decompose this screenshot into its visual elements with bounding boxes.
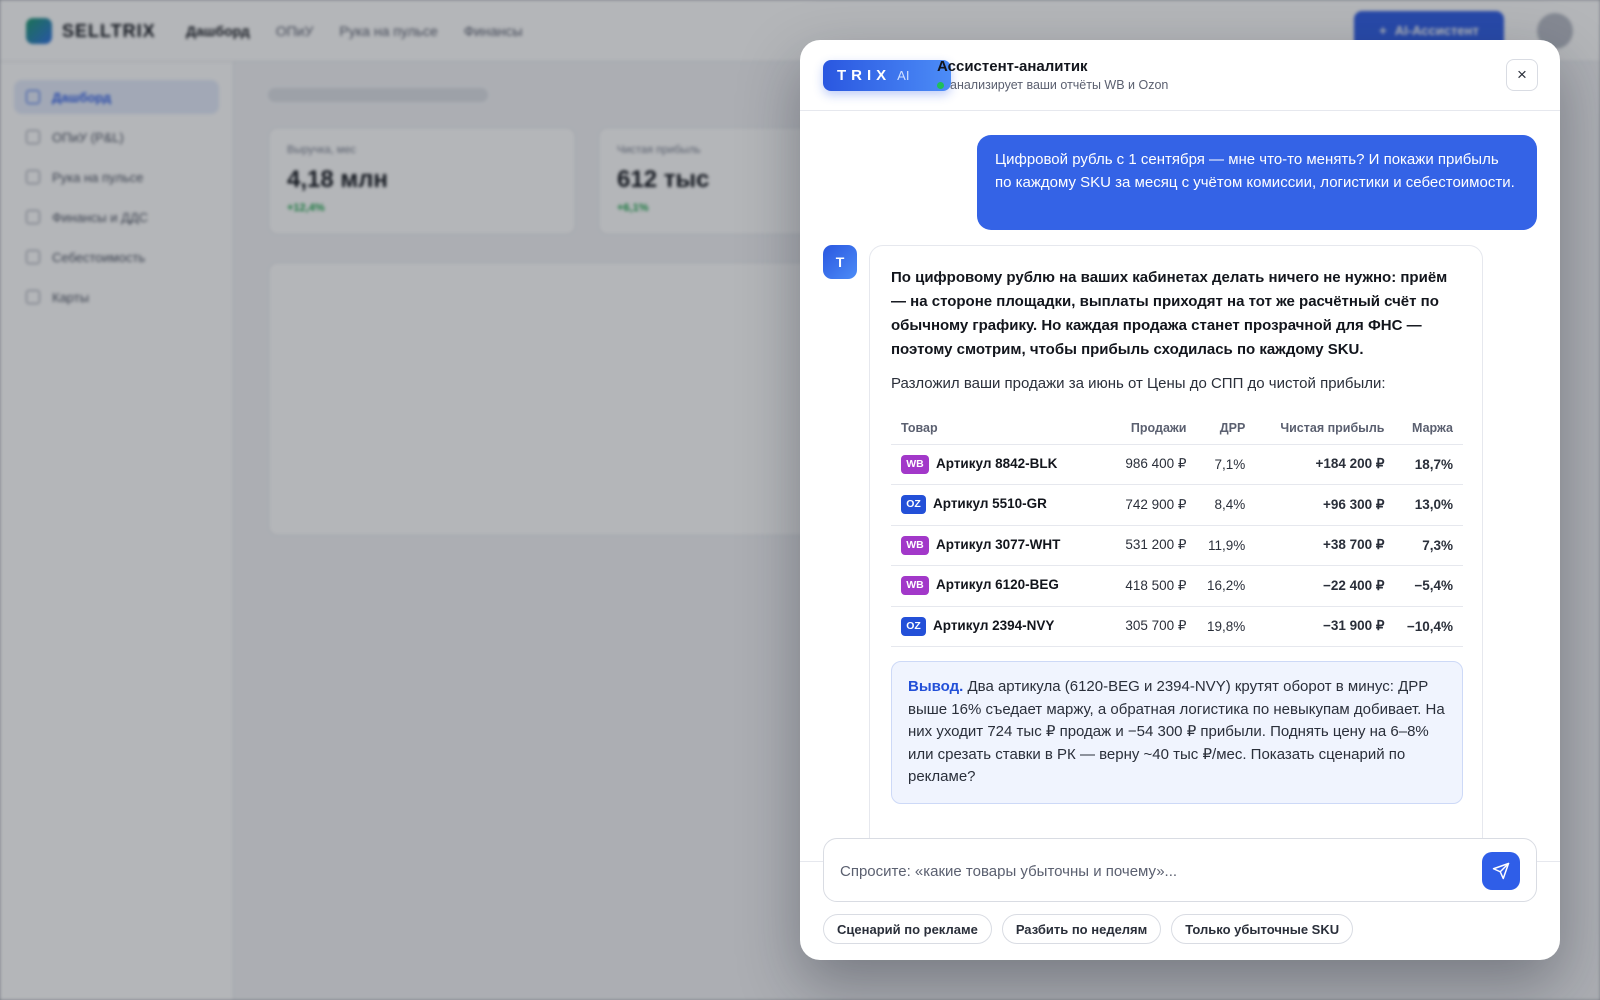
modal-header: TRIX AI Ассистент-аналитик анализирует в…	[800, 40, 1560, 111]
message-composer	[823, 838, 1537, 902]
assistant-intro-text: Разложил ваши продажи за июнь от Цены до…	[891, 375, 1386, 392]
assistant-subtitle-text: анализирует ваши отчёты WB и Ozon	[950, 78, 1169, 92]
logo-ai: AI	[897, 68, 910, 83]
profit-cell: −31 900 ₽	[1255, 606, 1395, 647]
sales-cell: 418 500 ₽	[1109, 565, 1197, 607]
conclusion-box: Вывод. Два артикула (6120-BEG и 2394-NVY…	[891, 661, 1463, 804]
marketplace-badge: WB	[901, 454, 929, 474]
product-cell: WB Артикул 8842-BLK	[891, 444, 1110, 485]
send-icon	[1492, 862, 1510, 880]
column-header-sales: Продажи	[1109, 412, 1197, 445]
drr-cell: 19,8%	[1196, 606, 1256, 647]
send-button[interactable]	[1482, 852, 1520, 890]
chat-thread[interactable]: Цифровой рубль с 1 сентября — мне что-то…	[800, 111, 1560, 861]
column-header-product: Товар	[891, 412, 1110, 445]
profit-cell: +184 200 ₽	[1255, 444, 1395, 485]
table-row: OZ Артикул 5510-GR 742 900 ₽ 8,4% +96 300…	[891, 484, 1463, 526]
sales-cell: 305 700 ₽	[1109, 606, 1197, 647]
table-row: WB Артикул 3077-WHT 531 200 ₽ 11,9% +38 7…	[891, 525, 1463, 566]
margin-cell: 18,7%	[1394, 444, 1463, 485]
suggestion-chip-by-weeks[interactable]: Разбить по неделям	[1001, 914, 1162, 944]
margin-cell: 7,3%	[1394, 525, 1463, 566]
assistant-avatar: T	[823, 245, 857, 279]
message-input[interactable]	[840, 859, 1460, 883]
marketplace-badge: WB	[901, 535, 929, 555]
profit-cell: +96 300 ₽	[1255, 484, 1395, 526]
sales-cell: 742 900 ₽	[1109, 484, 1197, 526]
product-cell: OZ Артикул 5510-GR	[891, 484, 1110, 526]
suggestion-chips: Сценарий по рекламе Разбить по неделям Т…	[823, 914, 1354, 944]
drr-cell: 8,4%	[1196, 484, 1256, 526]
sales-cell: 531 200 ₽	[1109, 525, 1197, 566]
product-name: Артикул 6120-BEG	[936, 577, 1059, 593]
table-row: WB Артикул 6120-BEG 418 500 ₽ 16,2% −22 4…	[891, 565, 1463, 607]
assistant-lead-text: По цифровому рублю на ваших кабинетах де…	[891, 269, 1448, 358]
product-name: Артикул 3077-WHT	[936, 536, 1061, 552]
close-button[interactable]: ×	[1506, 59, 1538, 91]
table-row: WB Артикул 8842-BLK 986 400 ₽ 7,1% +184 2…	[891, 444, 1463, 485]
sales-cell: 986 400 ₽	[1109, 444, 1197, 485]
product-name: Артикул 8842-BLK	[936, 455, 1058, 471]
close-icon: ×	[1517, 65, 1527, 84]
marketplace-badge: WB	[901, 576, 929, 596]
margin-cell: −10,4%	[1394, 606, 1463, 647]
trix-ai-logo: TRIX AI	[823, 60, 951, 91]
product-cell: WB Артикул 3077-WHT	[891, 525, 1110, 566]
suggestion-chip-ads-scenario[interactable]: Сценарий по рекламе	[823, 914, 992, 944]
assistant-message: По цифровому рублю на ваших кабинетах де…	[869, 245, 1483, 861]
profit-cell: −22 400 ₽	[1255, 565, 1395, 607]
logo-word: TRIX	[837, 67, 892, 84]
marketplace-badge: OZ	[901, 495, 926, 515]
conclusion-label: Вывод.	[908, 678, 964, 695]
drr-cell: 11,9%	[1196, 525, 1256, 566]
product-cell: OZ Артикул 2394-NVY	[891, 606, 1110, 647]
margin-cell: −5,4%	[1394, 565, 1463, 607]
drr-cell: 16,2%	[1196, 565, 1256, 607]
assistant-title: Ассистент-аналитик	[937, 58, 1088, 75]
table-header-row: Товар Продажи ДРР Чистая прибыль Маржа	[891, 412, 1463, 445]
product-name: Артикул 5510-GR	[933, 496, 1047, 512]
status-dot-icon	[937, 81, 944, 89]
assistant-modal: TRIX AI Ассистент-аналитик анализирует в…	[800, 40, 1560, 960]
column-header-drr: ДРР	[1196, 412, 1256, 445]
profit-cell: +38 700 ₽	[1255, 525, 1395, 566]
conclusion-text: Два артикула (6120-BEG и 2394-NVY) крутя…	[908, 678, 1445, 785]
product-cell: WB Артикул 6120-BEG	[891, 565, 1110, 607]
margin-cell: 13,0%	[1394, 484, 1463, 526]
marketplace-badge: OZ	[901, 616, 926, 636]
column-header-profit: Чистая прибыль	[1255, 412, 1395, 445]
product-name: Артикул 2394-NVY	[933, 617, 1055, 633]
suggestion-chip-loss-sku[interactable]: Только убыточные SKU	[1171, 914, 1354, 944]
table-row: OZ Артикул 2394-NVY 305 700 ₽ 19,8% −31 9…	[891, 606, 1463, 647]
drr-cell: 7,1%	[1196, 444, 1256, 485]
column-header-margin: Маржа	[1394, 412, 1463, 445]
user-message: Цифровой рубль с 1 сентября — мне что-то…	[977, 135, 1537, 230]
sku-profit-table: Товар Продажи ДРР Чистая прибыль Маржа W…	[891, 412, 1463, 647]
assistant-subtitle: анализирует ваши отчёты WB и Ozon	[937, 78, 1168, 92]
